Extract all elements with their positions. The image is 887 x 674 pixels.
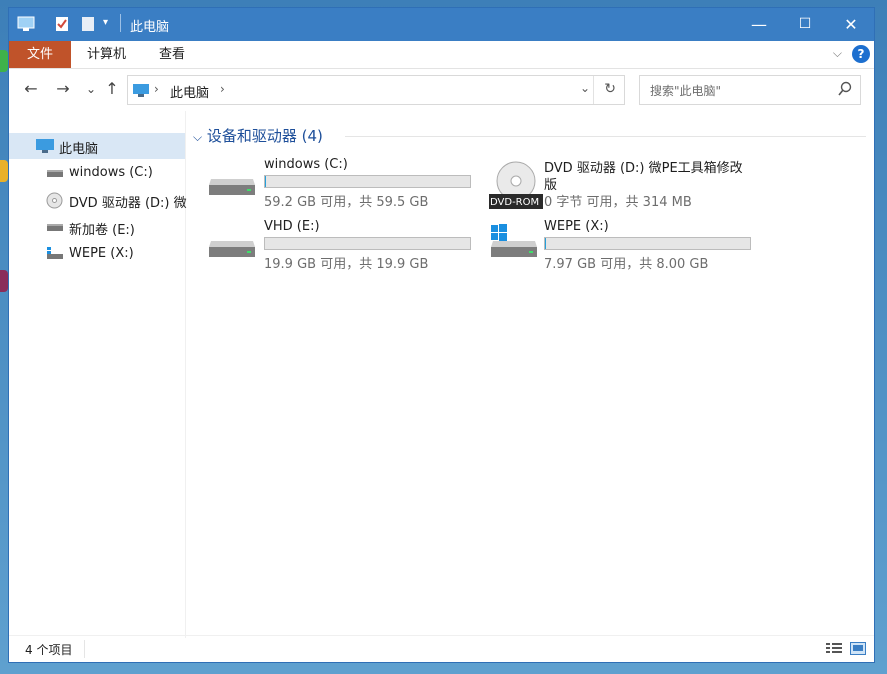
customize-quick-access-icon[interactable]: ▾	[103, 17, 108, 33]
breadcrumb-separator[interactable]: ›	[220, 82, 225, 96]
windows-drive-icon	[491, 224, 537, 257]
sidebar-item-label: windows (C:)	[69, 165, 153, 180]
drive-name: windows (C:)	[264, 157, 348, 172]
sidebar-item-drive-x[interactable]: WEPE (X:)	[9, 241, 185, 267]
desktop-icon[interactable]	[0, 50, 8, 72]
group-header[interactable]: ⌵ 设备和驱动器 (4)	[193, 125, 323, 146]
dvd-icon	[46, 192, 63, 209]
usage-bar	[264, 175, 471, 188]
breadcrumb-separator[interactable]: ›	[154, 82, 159, 96]
usage-fill	[545, 238, 546, 249]
computer-icon	[36, 139, 54, 153]
recent-locations-button[interactable]: ⌄	[81, 79, 101, 99]
title-bar[interactable]: ▾ 此电脑 — ☐ ✕	[9, 8, 874, 41]
collapse-chevron-icon: ⌵	[193, 130, 203, 144]
drive-name: DVD 驱动器 (D:) 微PE工具箱修改	[544, 161, 743, 176]
group-title: 设备和驱动器 (4)	[206, 127, 323, 145]
refresh-icon[interactable]: ↻	[604, 81, 616, 97]
search-icon[interactable]	[838, 81, 852, 97]
sidebar-item-label: 此电脑	[59, 142, 99, 157]
status-bar: 4 个项目	[9, 635, 874, 662]
expand-ribbon-icon[interactable]: ⌵	[833, 46, 842, 61]
window-title: 此电脑	[130, 20, 170, 35]
sidebar-item-this-pc[interactable]: 此电脑	[9, 133, 185, 159]
search-input[interactable]: 搜索"此电脑"	[639, 75, 861, 105]
help-icon[interactable]: ?	[852, 45, 870, 63]
hdd-icon	[209, 241, 255, 257]
item-count: 4 个项目	[25, 643, 73, 657]
sidebar-item-drive-c[interactable]: windows (C:)	[9, 160, 185, 186]
drive-tile-d[interactable]: DVD-ROM DVD 驱动器 (D:) 微PE工具箱修改 版 0 字节 可用，…	[465, 157, 743, 213]
sidebar-item-label: DVD 驱动器 (D:) 微	[69, 196, 187, 211]
ribbon: 文件 计算机 查看 ⌵ ?	[9, 41, 874, 69]
details-view-icon[interactable]	[826, 642, 842, 655]
maximize-button[interactable]: ☐	[782, 8, 828, 41]
sidebar-item-label: WEPE (X:)	[69, 246, 134, 261]
drive-space-info: 59.2 GB 可用，共 59.5 GB	[264, 195, 429, 210]
desktop-icon[interactable]	[0, 270, 8, 292]
address-dropdown-icon[interactable]: ⌄	[580, 81, 590, 95]
minimize-button[interactable]: —	[736, 8, 782, 41]
large-icons-view-icon[interactable]	[850, 642, 866, 655]
group-divider	[345, 136, 866, 137]
computer-icon	[17, 16, 35, 31]
drive-name: WEPE (X:)	[544, 219, 609, 234]
desktop-icon[interactable]	[0, 160, 8, 182]
tab-view[interactable]: 查看	[143, 41, 201, 68]
address-bar[interactable]: › 此电脑 › ⌄ ↻	[127, 75, 625, 105]
drive-space-info: 0 字节 可用，共 314 MB	[544, 195, 692, 210]
tab-file[interactable]: 文件	[9, 41, 71, 68]
back-button[interactable]: ←	[21, 79, 41, 99]
tab-computer[interactable]: 计算机	[71, 41, 142, 68]
sidebar-item-label: 新加卷 (E:)	[69, 223, 135, 238]
explorer-window: ▾ 此电脑 — ☐ ✕ 文件 计算机 查看 ⌵ ? ← → ⌄ ↑ › 此电脑 …	[8, 7, 875, 663]
search-placeholder: 搜索"此电脑"	[650, 84, 722, 98]
drive-tile-x[interactable]: WEPE (X:) 7.97 GB 可用，共 8.00 GB	[465, 219, 751, 275]
dvd-rom-badge: DVD-ROM	[490, 197, 540, 208]
usage-fill	[265, 176, 267, 187]
drive-name: VHD (E:)	[264, 219, 320, 234]
drive-space-info: 7.97 GB 可用，共 8.00 GB	[544, 257, 709, 272]
drive-tile-e[interactable]: VHD (E:) 19.9 GB 可用，共 19.9 GB	[185, 219, 471, 275]
computer-icon	[133, 84, 149, 97]
navigation-bar: ← → ⌄ ↑ › 此电脑 › ⌄ ↻ 搜索"此电脑"	[9, 69, 874, 111]
forward-button[interactable]: →	[53, 79, 73, 99]
close-button[interactable]: ✕	[828, 8, 874, 41]
content-pane: ⌵ 设备和驱动器 (4) windows (C:) 59.2 GB 可用，共 5…	[185, 111, 874, 638]
title-divider	[120, 14, 121, 32]
properties-icon[interactable]	[55, 16, 69, 32]
drive-space-info: 19.9 GB 可用，共 19.9 GB	[264, 257, 429, 272]
network-drive-icon	[47, 247, 63, 259]
status-divider	[84, 640, 85, 658]
up-button[interactable]: ↑	[102, 79, 122, 99]
drive-tile-c[interactable]: windows (C:) 59.2 GB 可用，共 59.5 GB	[185, 157, 471, 213]
breadcrumb-this-pc[interactable]: 此电脑	[170, 82, 209, 101]
usage-bar	[544, 237, 751, 250]
usage-bar	[264, 237, 471, 250]
address-divider	[593, 76, 594, 104]
drive-icon	[47, 170, 63, 177]
new-folder-icon[interactable]	[81, 16, 95, 32]
navigation-pane: 此电脑 windows (C:) DVD 驱动器 (D:) 微 新加卷 (E:)	[9, 111, 187, 638]
sidebar-item-drive-e[interactable]: 新加卷 (E:)	[9, 214, 185, 240]
drive-icon	[47, 224, 63, 231]
sidebar-item-drive-d[interactable]: DVD 驱动器 (D:) 微	[9, 187, 187, 213]
hdd-icon	[209, 179, 255, 195]
